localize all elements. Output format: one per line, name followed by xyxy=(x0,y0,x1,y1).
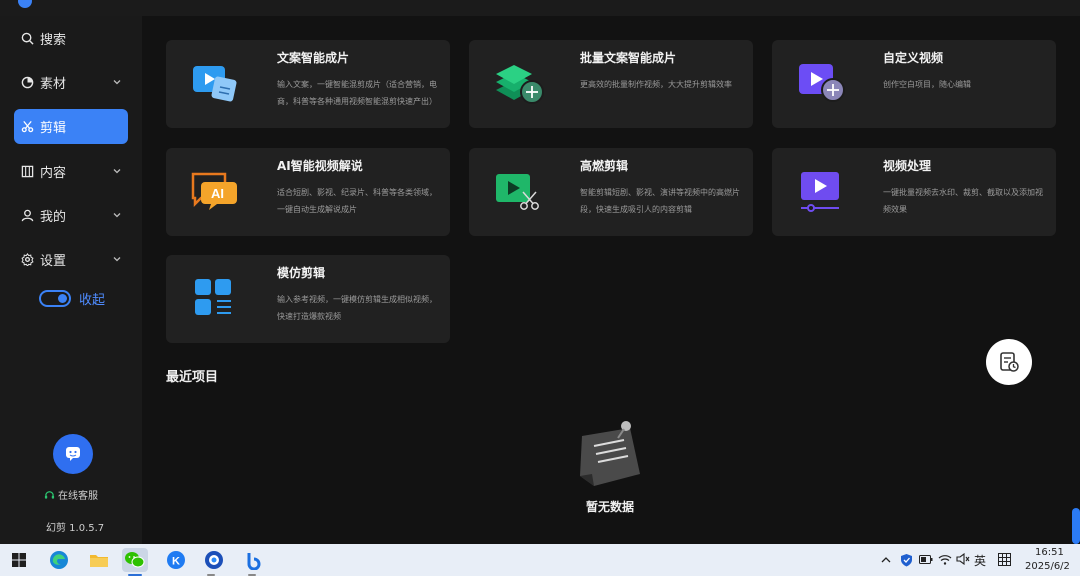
sidebar-item-settings[interactable]: 设置 xyxy=(14,242,128,277)
sidebar-item-mine[interactable]: 我的 xyxy=(14,198,128,233)
card-desc: 智能剪辑短剧、影视、演讲等视频中的高燃片段，快速生成吸引人的内容剪辑 xyxy=(580,188,740,214)
battery-icon[interactable] xyxy=(919,555,933,564)
card-title: 文案智能成片 xyxy=(277,51,350,65)
card-video-processing[interactable]: 视频处理 一键批量视频去水印、裁剪、截取以及添加视频效果 xyxy=(772,148,1056,236)
sidebar-item-label: 内容 xyxy=(40,166,67,181)
scissors-icon xyxy=(20,120,34,134)
clock-time[interactable]: 16:51 xyxy=(1035,547,1064,558)
card-custom-video[interactable]: 自定义视频 创作空白项目，随心编辑 xyxy=(772,40,1056,128)
card-title: 自定义视频 xyxy=(883,51,944,65)
collapse-toggle[interactable]: 收起 xyxy=(39,289,105,308)
taskbar: K 英 16:51 2025/6/2 xyxy=(0,544,1080,576)
svg-text:K: K xyxy=(172,556,180,568)
card-title: 批量文案智能成片 xyxy=(580,51,677,65)
card-desc: 创作空白项目，随心编辑 xyxy=(883,80,971,89)
chevron-down-icon xyxy=(112,165,124,177)
version-label: 幻剪 1.0.5.7 xyxy=(46,523,105,534)
user-icon xyxy=(20,209,34,223)
browser-icon[interactable] xyxy=(201,548,227,572)
card-desc: 适合短剧、影视、纪录片、科普等各类领域，一键自动生成解说成片 xyxy=(277,188,437,214)
content-icon xyxy=(20,165,34,179)
k-app-icon[interactable]: K xyxy=(163,548,189,572)
customer-service-button[interactable] xyxy=(53,434,93,474)
material-icon xyxy=(20,76,34,90)
chat-bot-icon xyxy=(66,447,80,461)
card-ai-commentary[interactable]: AI AI智能视频解说 适合短剧、影视、纪录片、科普等各类领域，一键自动生成解说… xyxy=(166,148,450,236)
video-doc-icon xyxy=(193,66,237,102)
layers-plus-icon xyxy=(496,65,544,104)
sidebar-item-label: 剪辑 xyxy=(40,121,67,136)
chevron-down-icon xyxy=(112,209,124,221)
app-logo-icon xyxy=(18,0,32,8)
video-process-icon xyxy=(801,172,839,212)
card-script-to-video[interactable]: 文案智能成片 输入文案，一键智能混剪成片（适合营销，电商，科普等各种通用视频智能… xyxy=(166,40,450,128)
video-plus-icon xyxy=(799,64,845,102)
clock-date[interactable]: 2025/6/2 xyxy=(1025,561,1070,572)
svg-text:AI: AI xyxy=(211,186,224,201)
keyboard-grid-icon[interactable] xyxy=(998,553,1011,566)
ai-chat-icon: AI xyxy=(191,172,237,210)
collapse-label: 收起 xyxy=(79,293,106,308)
grid-icon xyxy=(195,279,231,315)
toggle-switch[interactable] xyxy=(39,290,71,307)
chevron-down-icon xyxy=(112,76,124,88)
folder-icon[interactable] xyxy=(86,548,112,572)
sidebar-item-label: 搜索 xyxy=(40,33,67,48)
card-imitation-cut[interactable]: 模仿剪辑 输入参考视频，一键模仿剪辑生成相似视频，快速打造爆款视频 xyxy=(166,255,450,343)
video-cut-icon xyxy=(496,174,539,210)
empty-state-text: 暂无数据 xyxy=(586,500,635,514)
sidebar-item-label: 设置 xyxy=(40,254,67,269)
card-title: 高燃剪辑 xyxy=(580,159,629,173)
headset-icon xyxy=(44,491,55,499)
sidebar-item-material[interactable]: 素材 xyxy=(14,65,128,100)
empty-note-icon xyxy=(580,421,640,486)
sidebar-item-content[interactable]: 内容 xyxy=(14,154,128,189)
edge-icon[interactable] xyxy=(46,548,72,572)
card-title: AI智能视频解说 xyxy=(277,159,363,173)
card-title: 模仿剪辑 xyxy=(277,266,326,280)
card-desc: 输入文案，一键智能混剪成片（适合营销，电商，科普等各种通用视频智能混剪快速产出） xyxy=(277,80,437,106)
wechat-icon[interactable] xyxy=(122,548,148,572)
shield-icon[interactable] xyxy=(900,553,913,567)
online-service-link[interactable]: 在线客服 xyxy=(44,487,98,502)
document-clock-icon xyxy=(1000,352,1019,372)
card-batch-script-to-video[interactable]: 批量文案智能成片 更高效的批量制作视频，大大提升剪辑效率 xyxy=(469,40,753,128)
search-icon xyxy=(20,32,34,46)
windows-start-icon[interactable] xyxy=(6,548,32,572)
wifi-icon[interactable] xyxy=(938,553,952,565)
scroll-handle[interactable] xyxy=(1072,508,1080,544)
card-desc: 更高效的批量制作视频，大大提升剪辑效率 xyxy=(580,80,732,89)
chevron-down-icon xyxy=(112,253,124,265)
volume-muted-icon[interactable] xyxy=(956,553,970,565)
history-float-button[interactable] xyxy=(986,339,1032,385)
card-desc: 输入参考视频，一键模仿剪辑生成相似视频，快速打造爆款视频 xyxy=(277,295,437,321)
chevron-up-icon[interactable] xyxy=(881,555,891,565)
service-label: 在线客服 xyxy=(58,491,98,502)
title-bar xyxy=(0,0,1080,16)
card-title: 视频处理 xyxy=(883,159,932,173)
sidebar-item-label: 素材 xyxy=(40,77,67,92)
gear-icon xyxy=(20,253,34,267)
bilibili-icon[interactable] xyxy=(240,548,266,572)
sidebar-item-edit[interactable]: 剪辑 xyxy=(14,109,128,144)
sidebar-item-search[interactable]: 搜索 xyxy=(14,21,128,56)
sidebar-item-label: 我的 xyxy=(40,210,67,225)
app-window: 搜索 素材 剪辑 内容 我的 设置 收起 在线客服 幻剪 1.0.5.7 文案智… xyxy=(0,0,1080,544)
ime-indicator[interactable]: 英 xyxy=(974,552,986,569)
recent-projects-title: 最近项目 xyxy=(166,370,219,385)
card-desc: 一键批量视频去水印、裁剪、截取以及添加视频效果 xyxy=(883,188,1043,214)
card-highlight-cut[interactable]: 高燃剪辑 智能剪辑短剧、影视、演讲等视频中的高燃片段，快速生成吸引人的内容剪辑 xyxy=(469,148,753,236)
sidebar: 搜索 素材 剪辑 内容 我的 设置 收起 在线客服 幻剪 1.0.5.7 xyxy=(0,16,142,544)
